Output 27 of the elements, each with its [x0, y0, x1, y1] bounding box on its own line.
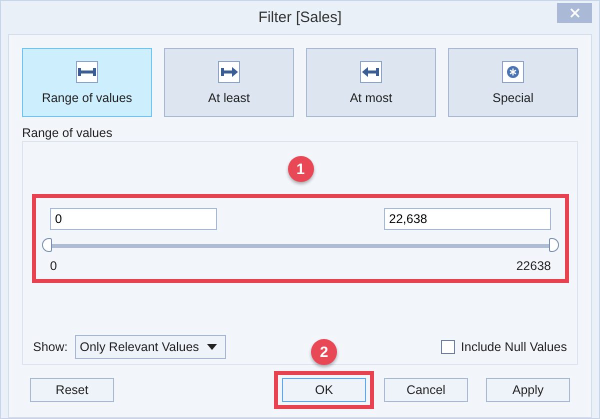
range-icon — [75, 60, 99, 84]
null-checkbox[interactable] — [440, 340, 455, 354]
filter-tab[interactable]: At most — [306, 48, 436, 117]
dialog-button[interactable]: Cancel — [384, 378, 468, 402]
dialog-button[interactable]: Apply — [486, 378, 570, 402]
close-button[interactable] — [557, 3, 592, 23]
close-icon — [570, 8, 580, 18]
asterisk-icon — [501, 60, 525, 84]
min-label: 0 — [50, 259, 57, 273]
dialog-button[interactable]: OK — [282, 378, 366, 402]
checkbox-label: Include Null Values — [460, 340, 567, 354]
callout-badge: 1 — [288, 156, 314, 182]
show-label: Show: — [33, 340, 68, 354]
filter-tab[interactable]: At least — [164, 48, 294, 117]
max-label: 22638 — [516, 259, 551, 273]
filter-tab[interactable]: Special — [448, 48, 578, 117]
slider-handle[interactable] — [42, 238, 52, 252]
min-value-field[interactable]: 0 — [50, 208, 217, 230]
group-label: Range of values — [22, 126, 112, 140]
caret-icon — [206, 344, 217, 350]
callout-badge: 2 — [311, 339, 337, 365]
dialog-button[interactable]: Reset — [30, 378, 114, 402]
window-title: Filter [Sales] — [258, 9, 342, 26]
filter-tab[interactable]: Range of values — [22, 48, 152, 117]
slider-handle[interactable] — [549, 238, 559, 252]
max-value-field[interactable]: 22,638 — [384, 208, 551, 230]
show-dropdown[interactable]: Only Relevant Values — [74, 335, 226, 359]
